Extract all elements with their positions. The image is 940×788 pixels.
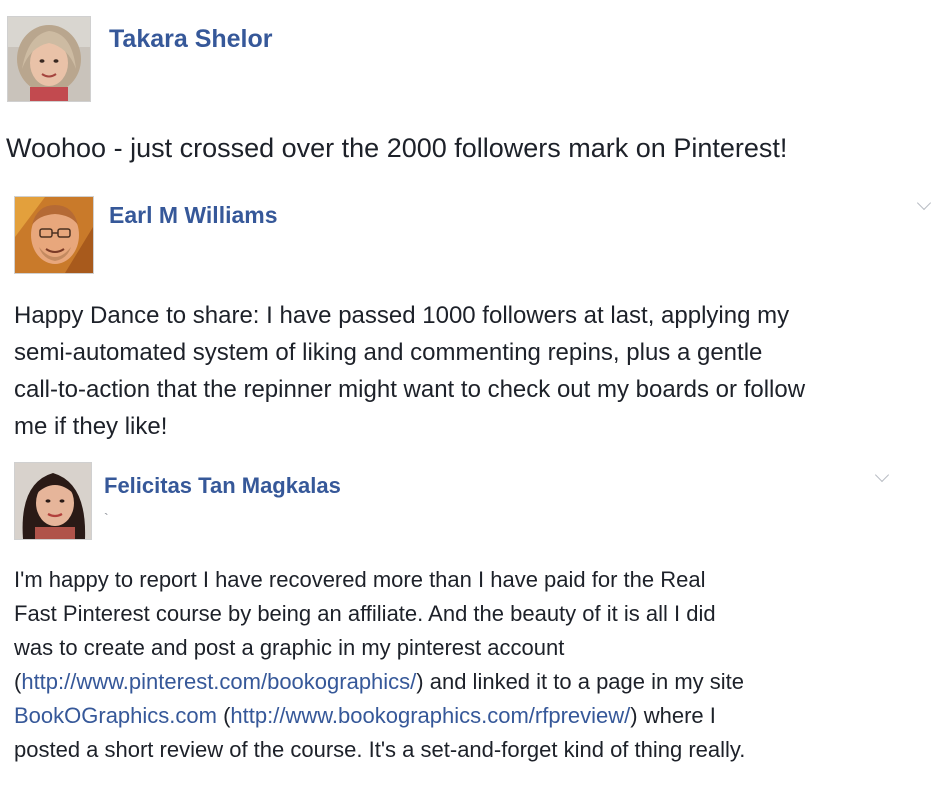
author-name[interactable]: Earl M Williams [109,202,278,229]
profile-photo-icon [15,463,91,539]
text-line: posted a short review of the course. It'… [14,737,746,762]
post-text: Happy Dance to share: I have passed 1000… [14,302,806,440]
text-line: Fast Pinterest course by being an affili… [14,601,716,626]
avatar[interactable] [14,462,92,540]
profile-photo-icon [8,17,90,101]
avatar[interactable] [7,16,91,102]
text-line: I'm happy to report I have recovered mor… [14,567,706,592]
author-name[interactable]: Felicitas Tan Magkalas [104,473,341,499]
text-fragment: ) and linked it to a page in my site [416,669,745,694]
author-name[interactable]: Takara Shelor [109,25,273,54]
post-text: Woohoo - just crossed over the 2000 foll… [6,133,788,163]
avatar[interactable] [14,196,94,274]
chevron-down-icon[interactable] [874,467,890,483]
profile-photo-icon [15,197,93,273]
pinterest-link[interactable]: http://www.pinterest.com/bookographics/ [21,669,416,694]
chevron-down-icon[interactable] [916,195,932,211]
rfpreview-link[interactable]: http://www.bookographics.com/rfpreview/ [230,703,630,728]
timestamp-mark: ` [104,510,109,526]
text-fragment: ( [216,703,231,728]
text-fragment: ) where I [630,703,716,728]
site-link[interactable]: BookOGraphics.com [14,703,217,728]
post-text: I'm happy to report I have recovered mor… [14,563,929,767]
text-line: was to create and post a graphic in my p… [14,635,565,660]
